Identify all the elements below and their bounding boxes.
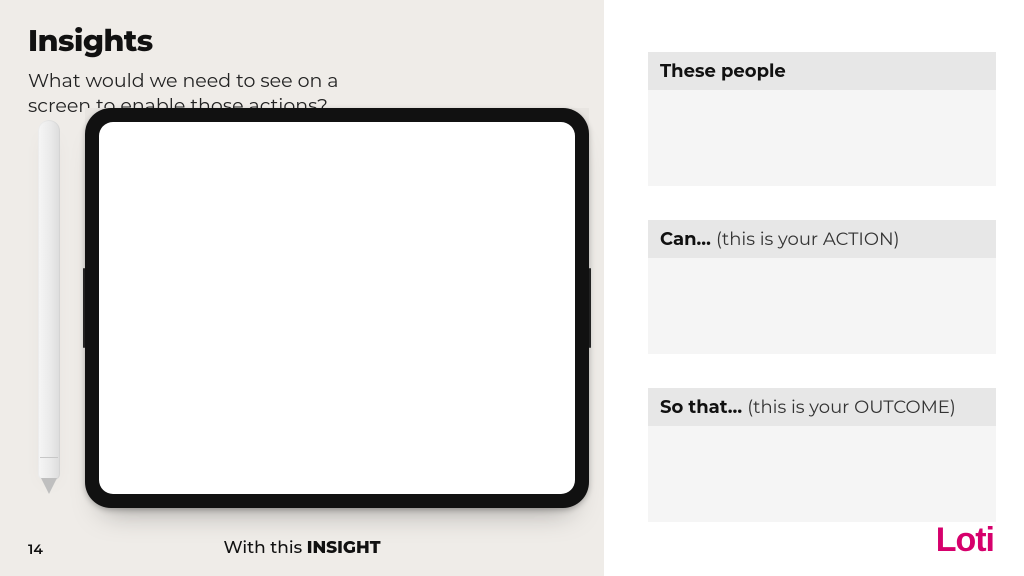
slide: Insights What would we need to see on a … (0, 0, 1024, 576)
section-header: So that… (this is your OUTCOME) (648, 388, 996, 426)
footer-prefix: With this (223, 538, 306, 558)
footer-caption: With this INSIGHT (0, 538, 604, 558)
right-panel: These people Can… (this is your ACTION) … (604, 0, 1024, 576)
section-body (648, 258, 996, 354)
section-header: Can… (this is your ACTION) (648, 220, 996, 258)
section-header-hint: (this is your OUTCOME) (747, 396, 956, 418)
section-so-that: So that… (this is your OUTCOME) (648, 388, 996, 522)
tablet-wrap (85, 108, 589, 508)
section-body (648, 90, 996, 186)
section-these-people: These people (648, 52, 996, 186)
section-header-bold: Can… (660, 228, 716, 250)
section-can: Can… (this is your ACTION) (648, 220, 996, 354)
section-header-hint: (this is your ACTION) (716, 228, 900, 250)
section-header: These people (648, 52, 996, 90)
left-panel: Insights What would we need to see on a … (0, 0, 604, 576)
footer-bold: INSIGHT (307, 538, 381, 558)
page-title: Insights (28, 22, 604, 59)
section-body (648, 426, 996, 522)
tablet-illustration (85, 108, 589, 508)
section-header-bold: These people (660, 60, 786, 82)
brand-logo: Loti (936, 521, 994, 560)
stylus-illustration (38, 120, 60, 480)
section-header-bold: So that… (660, 396, 747, 418)
